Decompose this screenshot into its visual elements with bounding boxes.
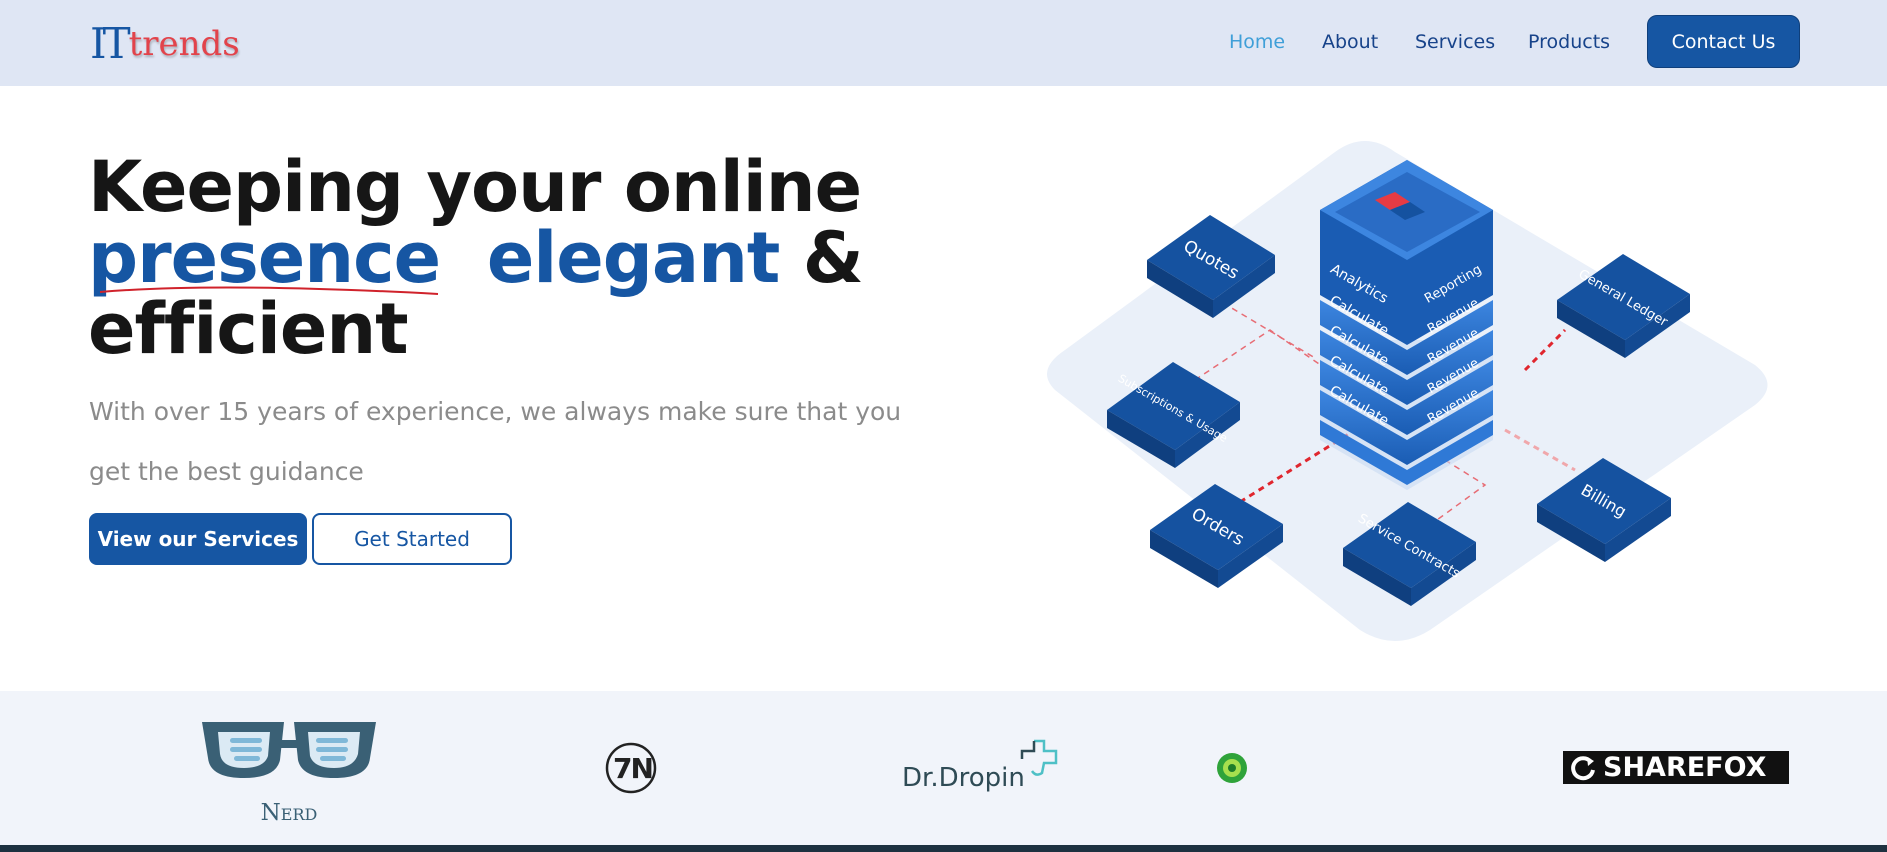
ittrends-logo[interactable]: IT trends <box>90 16 240 68</box>
green-circle-icon <box>1217 753 1247 783</box>
revenue-platform-illustration: Quotes Subscriptions & Usage Orders Serv… <box>1047 141 1768 641</box>
hero-title-line3: efficient <box>88 288 409 370</box>
hero-subtitle: With over 15 years of experience, we alw… <box>89 397 902 486</box>
nerd-logo: Nerd <box>200 718 378 826</box>
nav-home-link[interactable]: Home <box>1229 27 1285 57</box>
logo-it-text: IT <box>90 19 131 68</box>
drdropin-logo: Dr.Dropin <box>902 737 1062 797</box>
hero-title-ampersand: & <box>802 217 864 299</box>
green-circle-logo <box>1216 752 1248 784</box>
hero-title-elegant: elegant <box>486 217 781 299</box>
nav-about-link[interactable]: About <box>1322 27 1378 57</box>
nerd-logo-text: Nerd <box>260 800 318 826</box>
hero-title: Keeping your online presence elegant & e… <box>88 152 908 365</box>
drdropin-cross-icon <box>1020 739 1058 776</box>
footer-bar <box>0 845 1887 852</box>
get-started-button[interactable]: Get Started <box>312 513 512 565</box>
sharefox-refresh-icon <box>1571 755 1595 780</box>
sharefox-logo: SHAREFOX <box>1563 751 1789 784</box>
nav-services-link[interactable]: Services <box>1415 27 1495 57</box>
site-header: IT trends Home About Services Products C… <box>0 0 1887 86</box>
hero-title-line1: Keeping your online <box>88 146 862 228</box>
sharefox-logo-text: SHAREFOX <box>1603 752 1767 783</box>
drdropin-logo-text: Dr.Dropin <box>902 763 1025 793</box>
glasses-icon <box>202 722 376 778</box>
contact-us-button[interactable]: Contact Us <box>1647 15 1800 68</box>
revenue-stack: Analytics Reporting Calculate Revenue Ca… <box>1320 160 1493 490</box>
7n-logo: 7N <box>604 741 666 795</box>
underline-swoosh-decoration <box>99 286 439 295</box>
logo-trends-text: trends <box>128 24 240 64</box>
view-services-button[interactable]: View our Services <box>89 513 307 565</box>
7n-logo-text: 7N <box>613 752 654 785</box>
nav-products-link[interactable]: Products <box>1528 27 1610 57</box>
